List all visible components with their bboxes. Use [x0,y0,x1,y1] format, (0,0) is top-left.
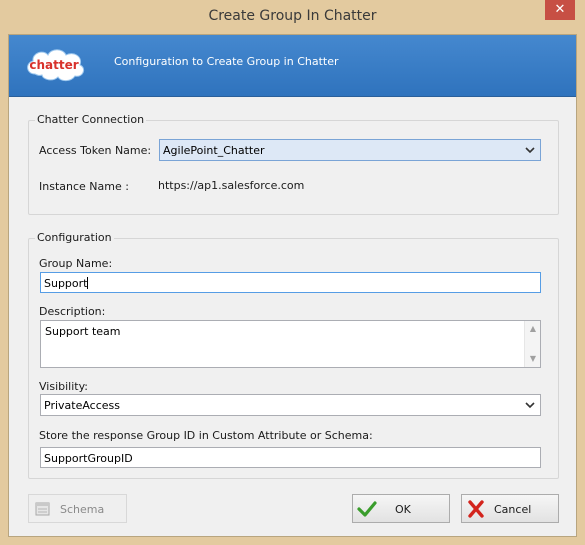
store-group-id-label: Store the response Group ID in Custom At… [39,429,373,442]
title-bar[interactable]: Create Group In Chatter ✕ [0,0,585,34]
ok-button-label: OK [395,503,411,516]
schema-icon [35,502,50,516]
checkmark-icon [357,501,377,517]
chevron-down-icon [525,402,535,409]
access-token-dropdown[interactable]: AgilePoint_Chatter [159,139,541,161]
group-name-label: Group Name: [39,257,113,270]
chatter-connection-group: Chatter Connection Access Token Name: Ag… [28,113,559,215]
window-title: Create Group In Chatter [208,8,377,24]
scroll-down-icon[interactable]: ▼ [525,351,541,367]
header-banner: chatter Configuration to Create Group in… [9,35,576,97]
visibility-value: PrivateAccess [44,399,121,412]
schema-button[interactable]: Schema [28,494,127,523]
scroll-up-icon[interactable]: ▲ [525,321,541,337]
description-label: Description: [39,305,106,318]
access-token-label: Access Token Name: [39,144,152,157]
configuration-legend: Configuration [35,231,114,244]
group-name-input[interactable]: Support [40,272,541,293]
configuration-group: Configuration Group Name: Support Descri… [28,231,559,479]
store-group-id-input[interactable]: SupportGroupID [40,447,541,468]
group-name-value: Support [44,277,88,290]
instance-name-label: Instance Name : [39,180,129,193]
access-token-value: AgilePoint_Chatter [163,144,265,157]
chatter-logo: chatter [27,49,85,82]
dialog-window: Create Group In Chatter ✕ chatter Config… [0,0,585,545]
cancel-button-label: Cancel [494,503,532,516]
description-value: Support team [45,325,121,338]
banner-heading: Configuration to Create Group in Chatter [114,55,339,68]
close-button[interactable]: ✕ [545,0,575,20]
visibility-dropdown[interactable]: PrivateAccess [40,394,541,416]
visibility-label: Visibility: [39,380,89,393]
instance-name-value: https://ap1.salesforce.com [158,179,305,192]
cancel-button[interactable]: Cancel [461,494,559,523]
ok-button[interactable]: OK [352,494,450,523]
svg-text:chatter: chatter [29,58,78,72]
x-icon [468,500,484,518]
chatter-connection-legend: Chatter Connection [35,113,147,126]
dialog-client-area: chatter Configuration to Create Group in… [8,34,577,537]
description-scrollbar[interactable]: ▲ ▼ [524,321,540,367]
store-group-id-value: SupportGroupID [44,452,133,465]
description-textarea[interactable]: Support team ▲ ▼ [40,320,541,368]
schema-button-label: Schema [60,503,105,516]
text-caret [87,277,89,289]
chevron-down-icon [525,147,535,154]
close-icon: ✕ [554,2,566,17]
